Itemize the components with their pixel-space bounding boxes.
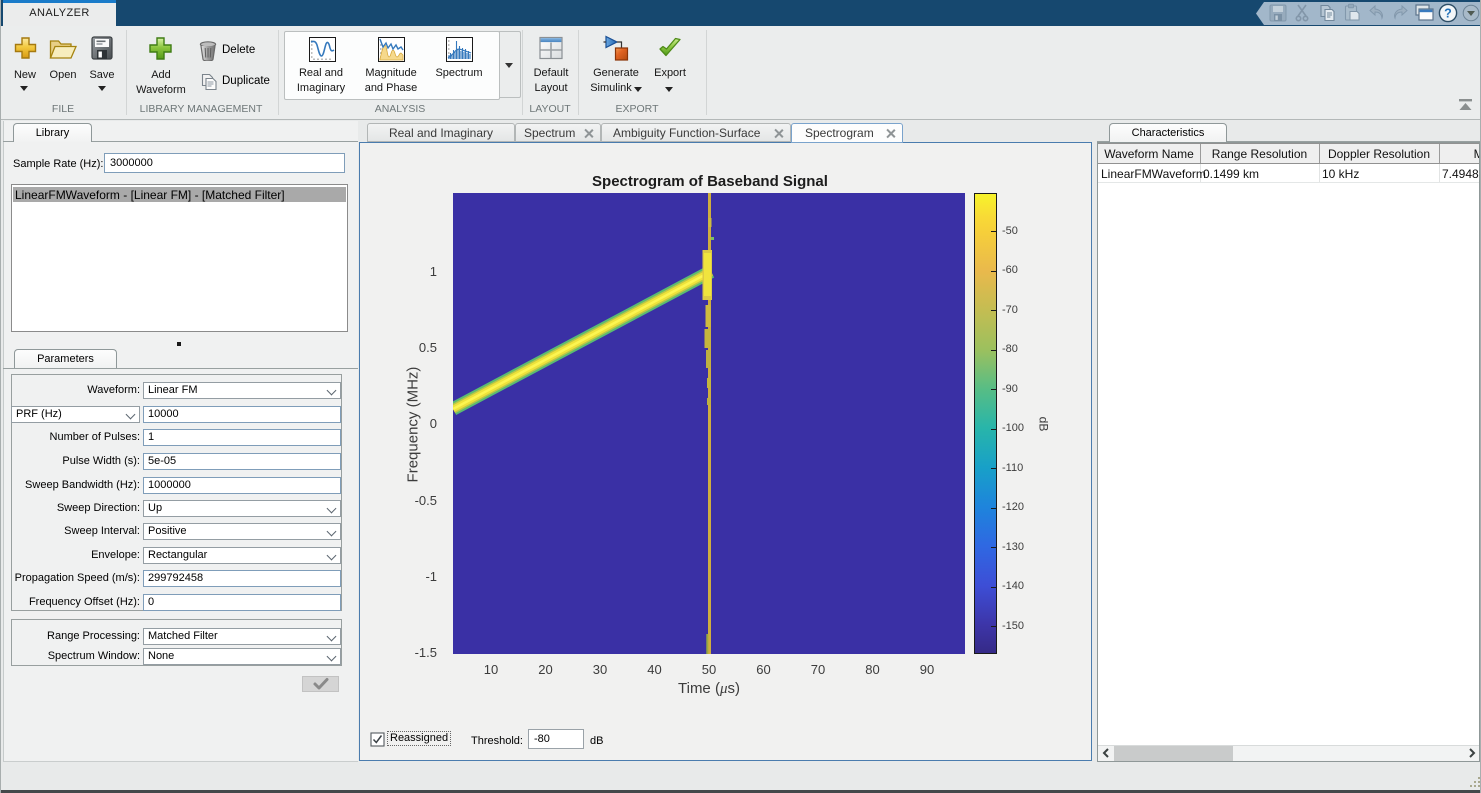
svg-text:?: ? xyxy=(1444,6,1452,20)
